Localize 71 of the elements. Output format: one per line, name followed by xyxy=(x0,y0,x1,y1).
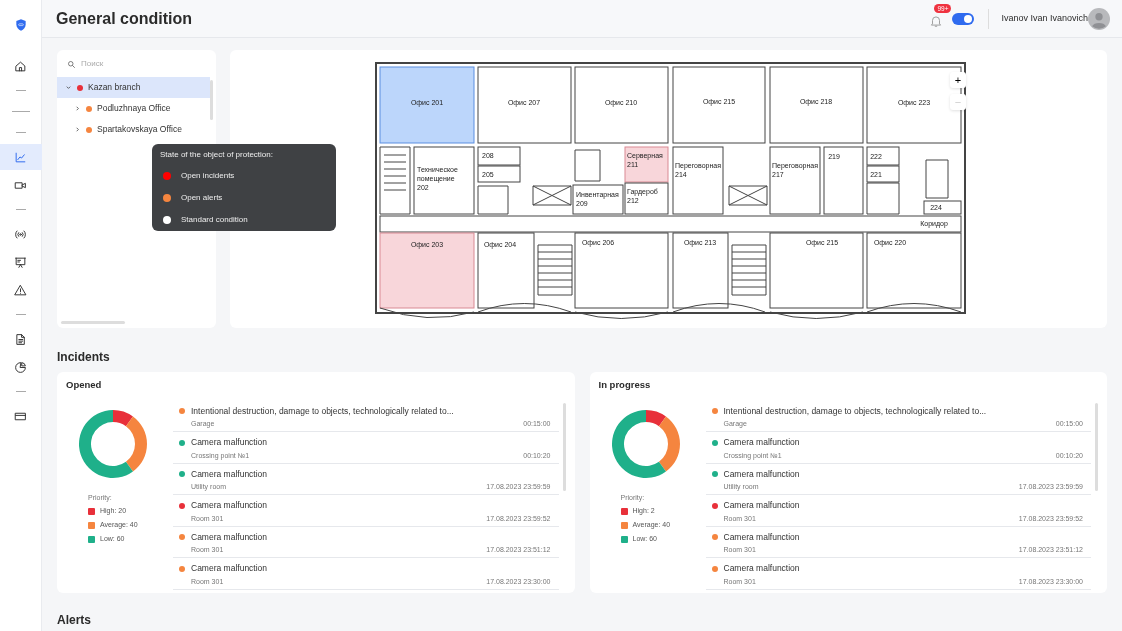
user-name: Ivanov Ivan Ivanovich xyxy=(1001,11,1088,25)
bell-icon xyxy=(929,14,944,29)
room[interactable] xyxy=(866,66,962,144)
room[interactable] xyxy=(624,182,669,215)
room[interactable] xyxy=(866,165,900,183)
room[interactable] xyxy=(477,232,535,309)
room[interactable] xyxy=(477,66,572,144)
room[interactable] xyxy=(769,146,821,215)
chevron-icon[interactable] xyxy=(74,105,81,112)
incident-title: Camera malfunction xyxy=(191,530,268,544)
scrollbar[interactable] xyxy=(210,80,213,120)
room[interactable] xyxy=(477,146,521,166)
room[interactable] xyxy=(672,146,724,215)
card-title: Opened xyxy=(66,378,103,393)
tooltip-title: State of the object of protection: xyxy=(160,149,274,161)
home-icon xyxy=(14,59,27,73)
incident-title: Camera malfunction xyxy=(191,499,268,512)
legend-label: Open alerts xyxy=(181,192,223,204)
search-icon xyxy=(67,59,76,69)
tree-item[interactable]: Kazan branch xyxy=(57,77,210,98)
chevron-icon[interactable] xyxy=(65,84,72,91)
room[interactable] xyxy=(672,66,766,144)
room[interactable] xyxy=(624,146,669,183)
room[interactable] xyxy=(477,165,521,183)
tree-item-label: Podluzhnaya Office xyxy=(97,102,171,115)
zoom-button[interactable]: + xyxy=(950,72,966,88)
scrollbar[interactable] xyxy=(61,321,125,324)
room[interactable] xyxy=(379,215,962,233)
scrollbar[interactable] xyxy=(562,402,566,491)
room[interactable] xyxy=(769,66,864,144)
room[interactable] xyxy=(672,232,729,309)
room[interactable] xyxy=(413,146,475,215)
room[interactable] xyxy=(574,232,669,309)
incident-title: Intentional destruction, damage to objects, technologically related to... xyxy=(191,404,454,418)
warning-icon xyxy=(14,283,27,297)
chart-icon xyxy=(14,150,27,164)
page-title: General condition xyxy=(56,8,192,29)
room[interactable] xyxy=(572,184,624,215)
document-icon xyxy=(14,332,27,346)
incident-title: Intentional destruction, damage to objects, technologically related to... xyxy=(723,404,987,418)
incident-title: Camera malfunction xyxy=(723,530,800,544)
incident-title: Camera malfunction xyxy=(191,436,268,449)
room[interactable] xyxy=(574,66,669,144)
room[interactable] xyxy=(923,200,962,215)
incident-title: Camera malfunction xyxy=(723,562,800,575)
section-title: Incidents xyxy=(57,350,111,365)
legend-label: Standard condition xyxy=(181,214,248,226)
legend-label: Open incidents xyxy=(181,170,235,182)
tree-item[interactable]: Podluzhnaya Office xyxy=(57,98,210,119)
incident-title: Camera malfunction xyxy=(723,499,800,512)
chevron-icon[interactable] xyxy=(74,126,81,133)
pie-chart-icon xyxy=(14,360,27,374)
logo-icon xyxy=(13,17,28,32)
scrollbar[interactable] xyxy=(1095,402,1098,491)
incident-title: Camera malfunction xyxy=(723,436,800,449)
room[interactable] xyxy=(769,232,864,309)
room[interactable] xyxy=(823,146,864,215)
tree-item[interactable]: Spartakovskaya Office xyxy=(57,119,210,140)
incident-title: Camera malfunction xyxy=(191,562,268,575)
card-title: In progress xyxy=(598,378,652,393)
room[interactable] xyxy=(866,146,900,166)
search-field[interactable]: Поиск xyxy=(81,58,181,70)
room[interactable] xyxy=(866,232,962,309)
toggle-switch[interactable] xyxy=(952,12,975,25)
tree-item-label: Kazan branch xyxy=(88,81,141,94)
section-title: Alerts xyxy=(57,613,92,628)
incident-title: Camera malfunction xyxy=(191,467,268,481)
incident-title: Camera malfunction xyxy=(723,467,800,481)
presentation-board-icon xyxy=(14,255,27,269)
tree-item-label: Spartakovskaya Office xyxy=(97,123,182,136)
avatar[interactable] xyxy=(1088,8,1110,31)
